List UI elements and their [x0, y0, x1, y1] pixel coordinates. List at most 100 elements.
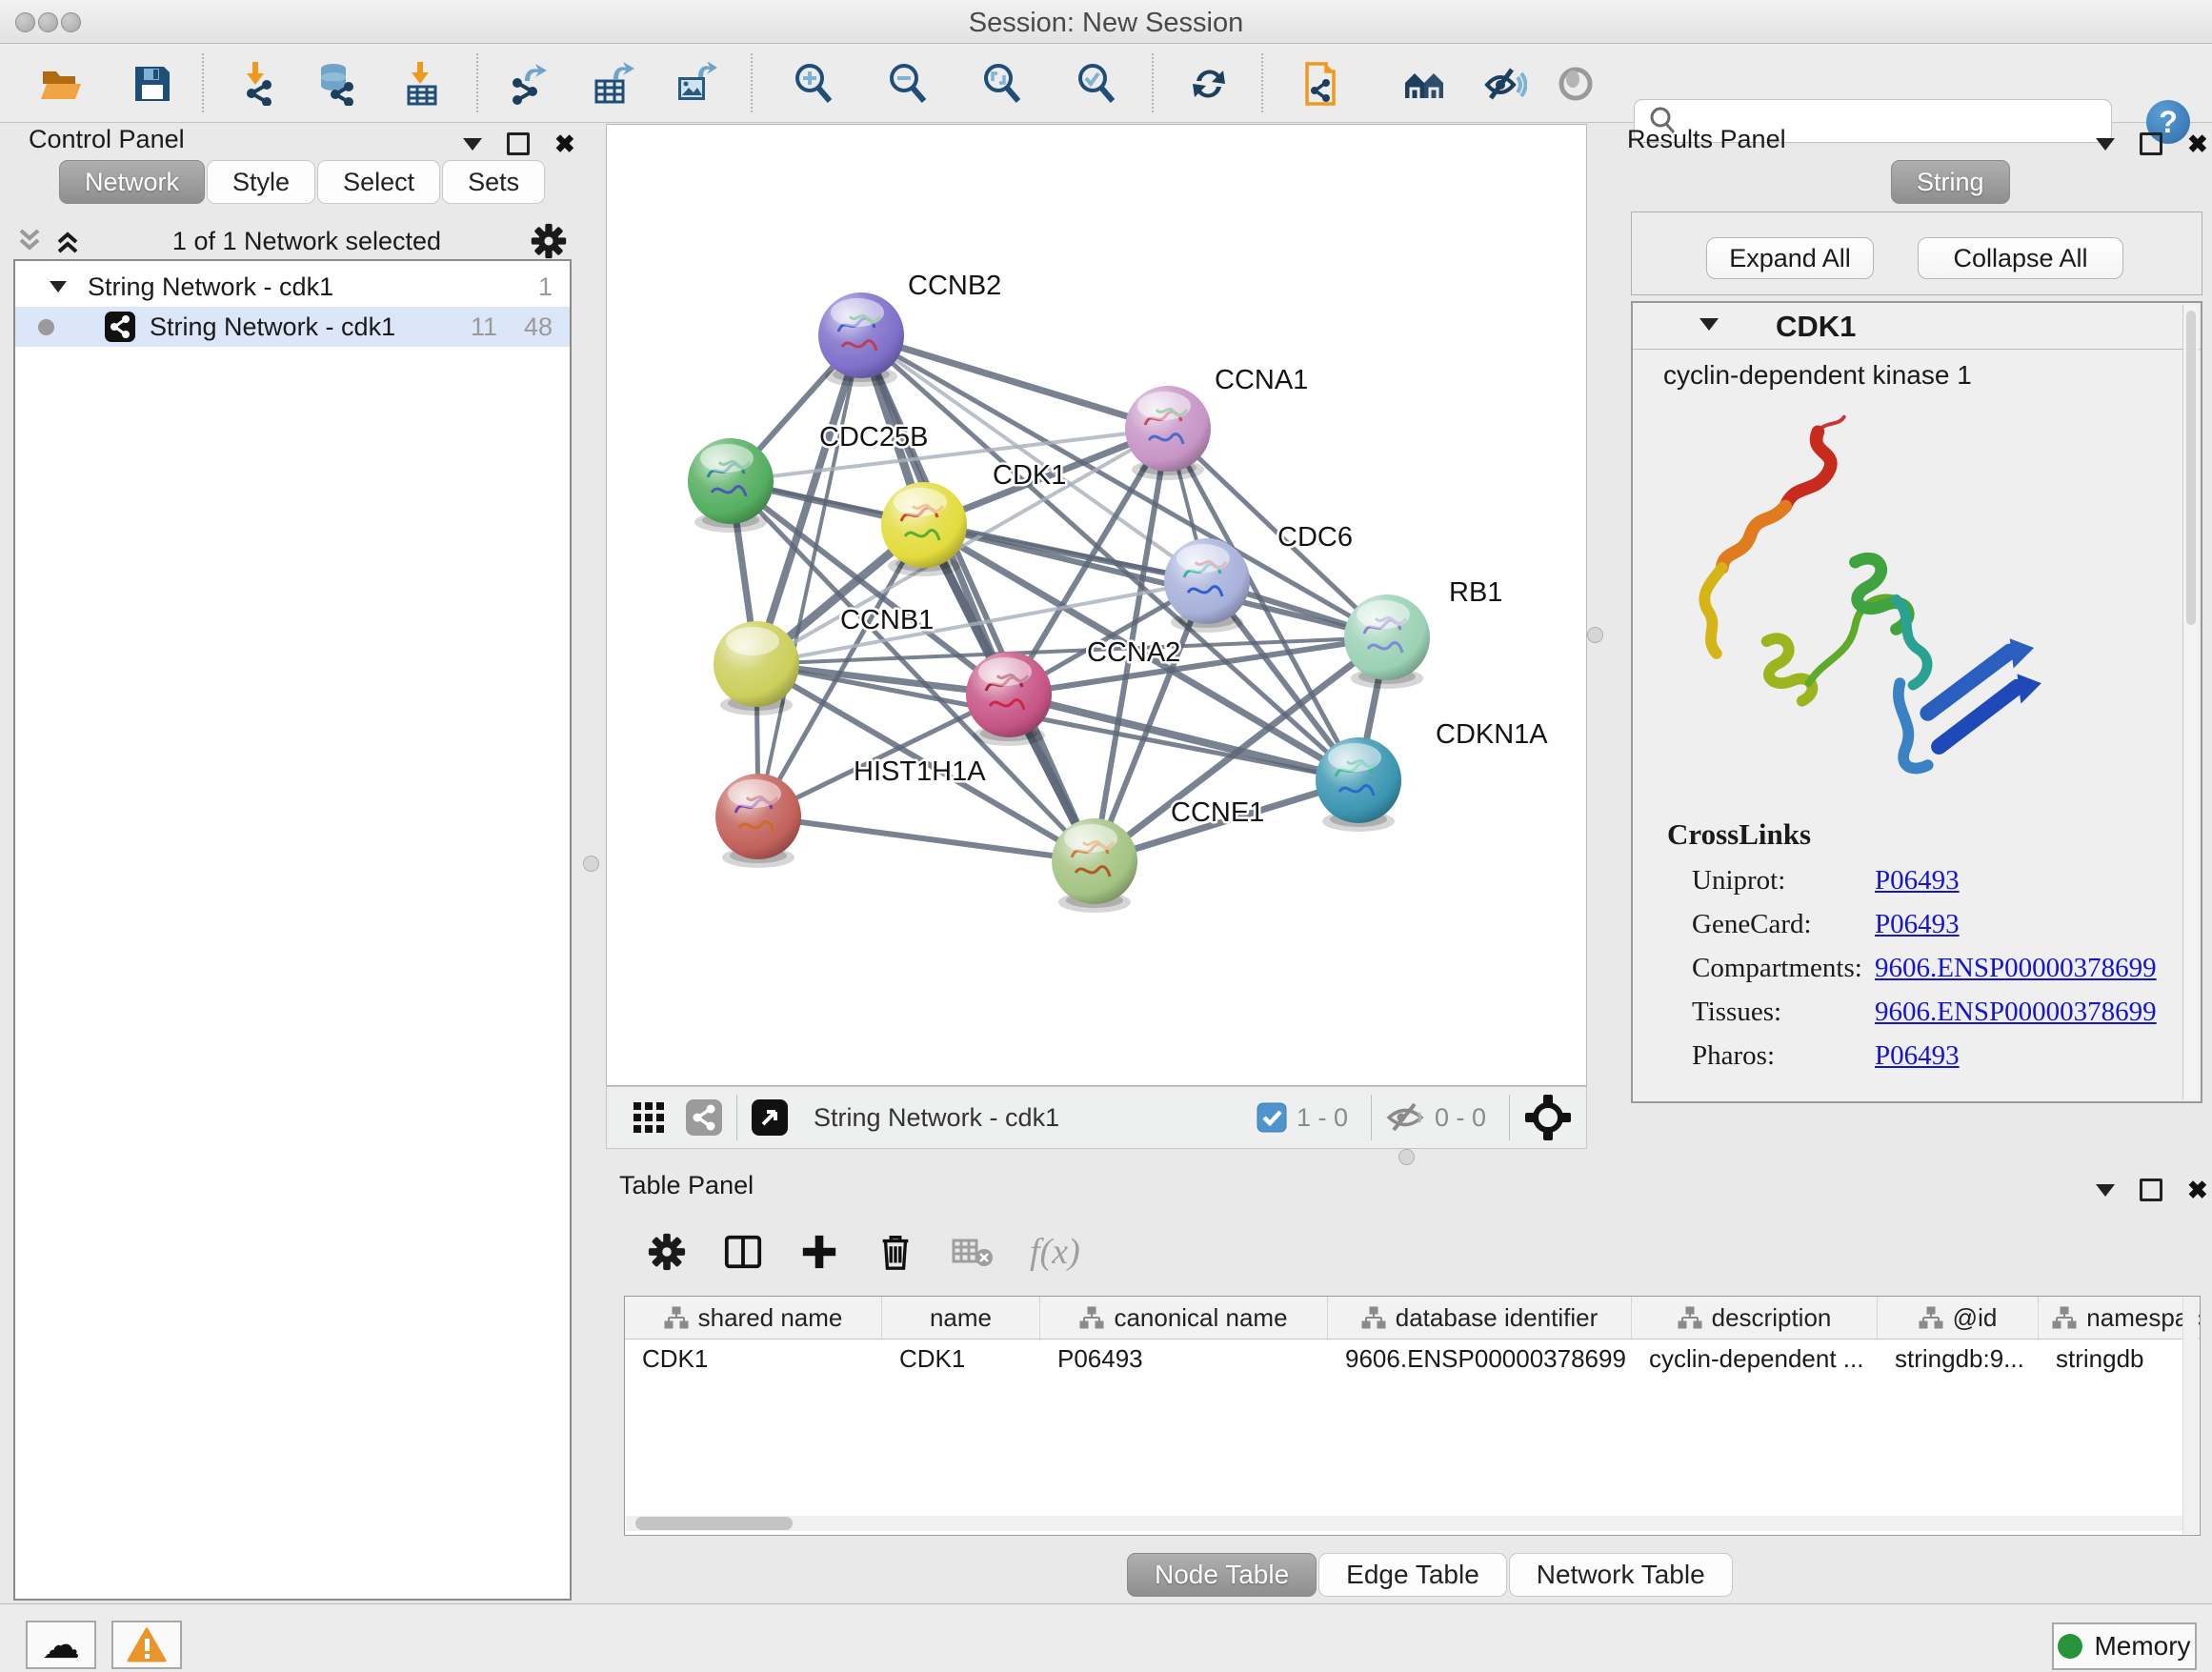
string-network-graph[interactable]: CCNB2CCNA1CDC25BCDK1CDC6RB1CCNB1CCNA2CDK…: [607, 125, 1586, 1085]
warnings-button[interactable]: [111, 1621, 182, 1669]
show-columns-icon[interactable]: [723, 1232, 763, 1272]
column-header--id[interactable]: @id: [1878, 1297, 2039, 1339]
node-CDKN1A[interactable]: [1316, 737, 1401, 832]
import-network-from-database-icon[interactable]: [313, 61, 359, 107]
left-splitter-grip[interactable]: [583, 856, 599, 872]
node-HIST1H1A[interactable]: [715, 774, 801, 868]
refresh-view-icon[interactable]: [1186, 61, 1232, 107]
tab-sets[interactable]: Sets: [442, 160, 545, 204]
table-cell[interactable]: stringdb: [2039, 1340, 2201, 1378]
save-session-icon[interactable]: [130, 61, 175, 107]
edge-CCNB2-CCNA1[interactable]: [861, 335, 1168, 429]
crosslink-link[interactable]: P06493: [1875, 865, 1960, 896]
show-all-icon[interactable]: [1553, 61, 1599, 107]
hidden-eye-icon[interactable]: [1385, 1101, 1425, 1134]
gene-card-header[interactable]: CDK1: [1633, 303, 2201, 350]
node-CCNB1[interactable]: [714, 621, 799, 715]
panel-menu-icon[interactable]: [463, 138, 482, 151]
open-file-icon[interactable]: [38, 61, 84, 107]
close-panel-icon[interactable]: ✖: [2187, 1178, 2208, 1202]
import-table-from-file-icon[interactable]: [398, 61, 444, 107]
edge-CCNB1-CDKN1A[interactable]: [756, 664, 1358, 780]
cloud-status-button[interactable]: ☁: [26, 1621, 96, 1669]
tab-network[interactable]: Network: [59, 160, 205, 204]
tab-style[interactable]: Style: [207, 160, 315, 204]
export-network-icon[interactable]: [503, 61, 549, 107]
table-cell[interactable]: P06493: [1040, 1340, 1328, 1378]
table-vertical-scrollbar[interactable]: [2182, 1298, 2199, 1534]
grid-view-icon[interactable]: [630, 1098, 668, 1137]
panel-menu-icon[interactable]: [2096, 1184, 2115, 1197]
column-header-database-identifier[interactable]: database identifier: [1328, 1297, 1632, 1339]
panel-menu-icon[interactable]: [2096, 138, 2115, 151]
selected-checkbox-icon[interactable]: [1257, 1102, 1287, 1133]
collapse-all-networks-icon[interactable]: [51, 227, 84, 255]
bottom-splitter-grip[interactable]: [1398, 1149, 1415, 1165]
edge-HIST1H1A-CCNE1[interactable]: [758, 816, 1095, 861]
zoom-selected-icon[interactable]: [1074, 61, 1119, 107]
collapse-gene-icon[interactable]: [1699, 318, 1719, 331]
network-collection-row[interactable]: String Network - cdk1 1: [15, 267, 570, 307]
import-network-from-file-icon[interactable]: [234, 61, 280, 107]
tab-select[interactable]: Select: [317, 160, 440, 204]
crosslink-link[interactable]: P06493: [1875, 909, 1960, 940]
node-CDC6[interactable]: [1164, 538, 1250, 633]
edge-CCNB2-HIST1H1A[interactable]: [758, 335, 861, 816]
close-panel-icon[interactable]: ✖: [554, 131, 575, 156]
table-cell[interactable]: CDK1: [625, 1340, 882, 1378]
table-row[interactable]: CDK1CDK1P064939606.ENSP00000378699cyclin…: [625, 1340, 2200, 1378]
table-cell[interactable]: 9606.ENSP00000378699: [1328, 1340, 1632, 1378]
hide-selected-icon[interactable]: [1482, 61, 1528, 107]
node-table[interactable]: shared namenamecanonical namedatabase id…: [624, 1296, 2201, 1536]
node-CCNA2[interactable]: [966, 652, 1052, 746]
network-options-gear-icon[interactable]: [530, 222, 568, 260]
column-header-description[interactable]: description: [1632, 1297, 1878, 1339]
close-panel-icon[interactable]: ✖: [2187, 131, 2208, 156]
crosslink-link[interactable]: 9606.ENSP00000378699: [1875, 997, 2157, 1028]
results-scrollbar[interactable]: [2182, 305, 2199, 1099]
column-header-shared-name[interactable]: shared name: [625, 1297, 882, 1339]
network-share-icon[interactable]: [685, 1098, 723, 1137]
network-canvas[interactable]: CCNB2CCNA1CDC25BCDK1CDC6RB1CCNB1CCNA2CDK…: [606, 124, 1587, 1086]
scrollbar-thumb[interactable]: [635, 1517, 793, 1530]
tab-string[interactable]: String: [1891, 160, 2010, 204]
crosslink-link[interactable]: P06493: [1875, 1040, 1960, 1072]
zoom-fit-content-icon[interactable]: [979, 61, 1025, 107]
node-RB1[interactable]: [1344, 594, 1430, 689]
float-panel-icon[interactable]: [2140, 1178, 2162, 1201]
table-cell[interactable]: CDK1: [882, 1340, 1040, 1378]
tab-network-table[interactable]: Network Table: [1509, 1553, 1733, 1597]
first-neighbors-icon[interactable]: [1401, 61, 1447, 107]
add-column-icon[interactable]: [799, 1232, 839, 1272]
float-panel-icon[interactable]: [507, 132, 530, 155]
tab-node-table[interactable]: Node Table: [1127, 1553, 1317, 1597]
network-row-selected[interactable]: String Network - cdk1 11 48: [15, 307, 570, 347]
node-CCNB2[interactable]: [818, 292, 904, 387]
column-header-namespace[interactable]: namespace: [2039, 1297, 2201, 1339]
node-CDK1[interactable]: [881, 482, 967, 576]
expand-all-button[interactable]: Expand All: [1706, 237, 1874, 279]
column-header-name[interactable]: name: [882, 1297, 1040, 1339]
results-scrollbar-thumb[interactable]: [2186, 311, 2196, 625]
new-network-from-selection-icon[interactable]: [1298, 61, 1344, 107]
table-cell[interactable]: cyclin-dependent ...: [1632, 1340, 1878, 1378]
tab-edge-table[interactable]: Edge Table: [1318, 1553, 1507, 1597]
delete-column-icon[interactable]: [875, 1232, 915, 1272]
collapse-all-button[interactable]: Collapse All: [1918, 237, 2123, 279]
node-CCNE1[interactable]: [1052, 818, 1137, 913]
zoom-in-icon[interactable]: [791, 61, 836, 107]
right-splitter-grip[interactable]: [1587, 627, 1603, 643]
table-options-gear-icon[interactable]: [647, 1232, 687, 1272]
float-panel-icon[interactable]: [2140, 132, 2162, 155]
table-horizontal-scrollbar[interactable]: [626, 1516, 2182, 1531]
birds-eye-view-icon[interactable]: [1523, 1093, 1573, 1142]
table-cell[interactable]: stringdb:9...: [1878, 1340, 2039, 1378]
node-CDC25B[interactable]: [688, 438, 774, 533]
memory-button[interactable]: Memory: [2052, 1622, 2197, 1670]
zoom-out-icon[interactable]: [885, 61, 931, 107]
open-in-window-icon[interactable]: [751, 1098, 789, 1137]
crosslink-link[interactable]: 9606.ENSP00000378699: [1875, 953, 2157, 984]
expand-all-networks-icon[interactable]: [13, 227, 46, 255]
node-CCNA1[interactable]: [1125, 386, 1211, 480]
table-header-row[interactable]: shared namenamecanonical namedatabase id…: [625, 1297, 2200, 1340]
